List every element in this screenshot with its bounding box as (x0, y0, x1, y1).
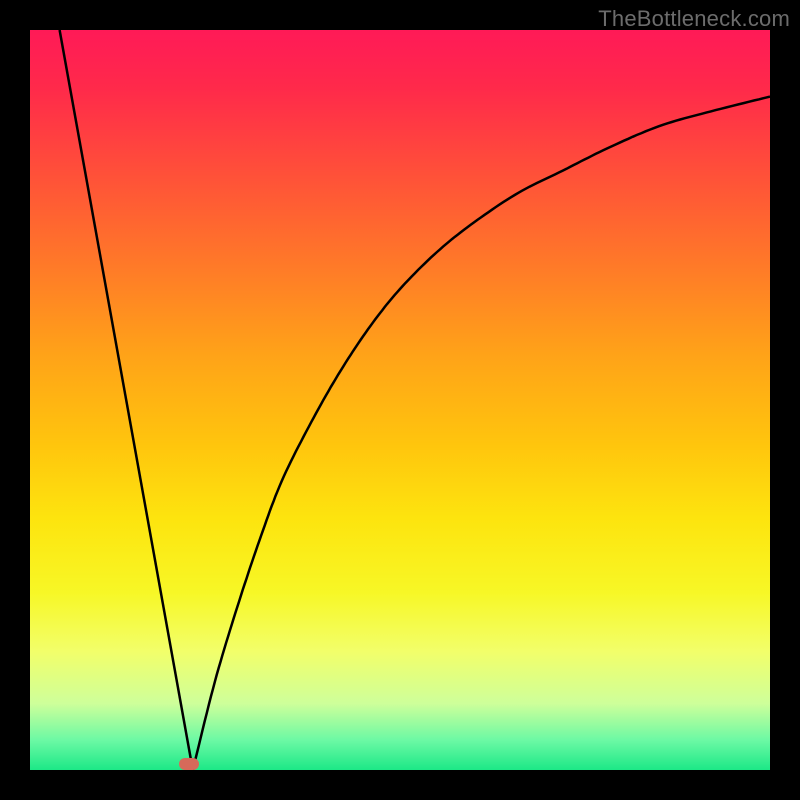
chart-marker (179, 758, 199, 770)
chart-frame: TheBottleneck.com (0, 0, 800, 800)
curve-layer (30, 30, 770, 770)
watermark-text: TheBottleneck.com (598, 6, 790, 32)
curve-left-branch (60, 30, 193, 770)
curve-right-branch (193, 97, 770, 770)
